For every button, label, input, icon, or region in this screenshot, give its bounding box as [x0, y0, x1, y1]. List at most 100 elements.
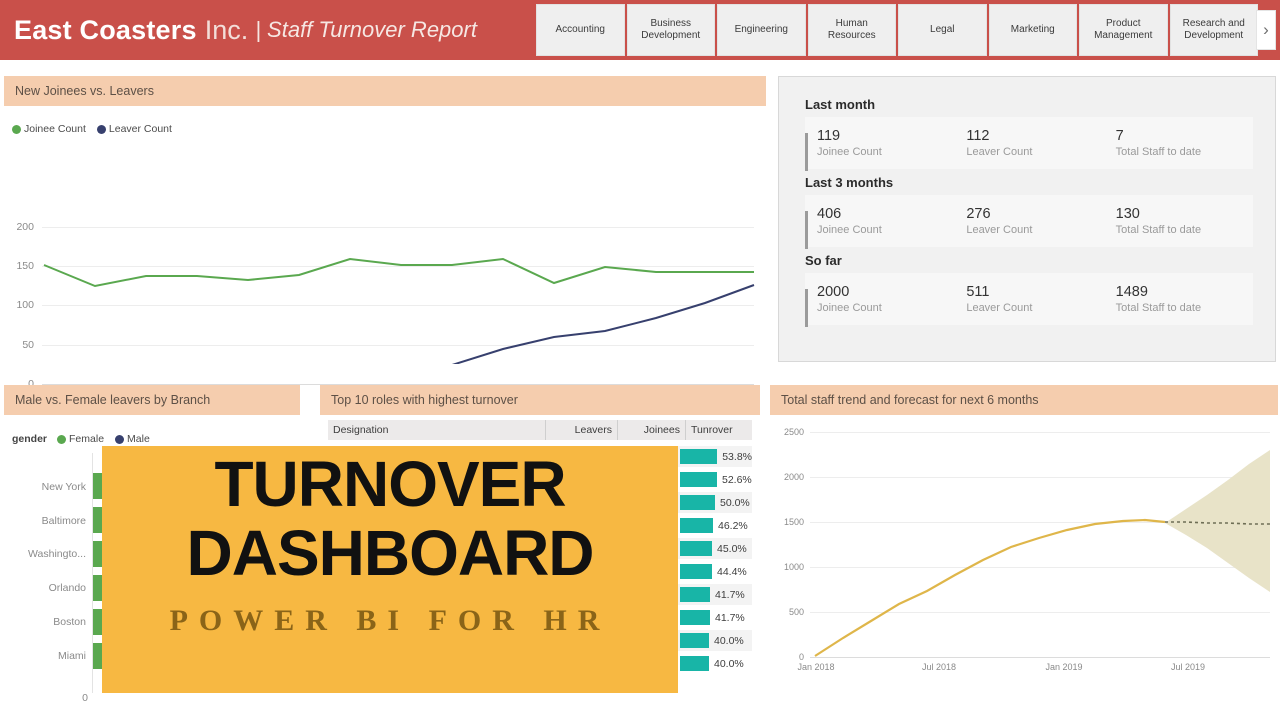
kpi-value: 2000 — [817, 283, 850, 300]
leaver-count-line — [451, 284, 755, 364]
legend-label-leaver: Leaver Count — [108, 123, 172, 135]
column-header-joinees[interactable]: Joinees — [618, 420, 686, 440]
forecast-gridline-2500 — [810, 432, 1270, 433]
turnover-bar — [680, 449, 718, 464]
turnover-cell: 40.0% — [678, 653, 752, 674]
chevron-right-icon[interactable]: › — [1256, 10, 1276, 50]
turnover-bar — [680, 564, 712, 579]
legend-item-female[interactable]: Female — [57, 433, 104, 445]
kpi-row-so-far: 2000 Joinee Count 511 Leaver Count 1489 … — [805, 273, 1253, 328]
gridline-100 — [42, 305, 754, 306]
gridline-150 — [42, 266, 754, 267]
branch-label-boston: Boston — [53, 616, 86, 628]
forecast-y-tick-1500: 1500 — [783, 517, 804, 527]
kpi-last-3-months-joinee: 406 Joinee Count — [805, 205, 954, 250]
forecast-gridline-2000 — [810, 477, 1270, 478]
legend-item-joinee[interactable]: Joinee Count — [12, 123, 86, 135]
branch-axis-zero: 0 — [82, 692, 88, 704]
kpi-last-month-leaver: 112 Leaver Count — [954, 127, 1103, 159]
forecast-gridline-0 — [810, 657, 1270, 658]
confidence-band — [1165, 450, 1270, 592]
turnover-value: 45.0% — [717, 542, 747, 555]
leaver-color-swatch-icon — [96, 124, 106, 134]
kpi-value: 119 — [817, 127, 841, 144]
column-header-leavers[interactable]: Leavers — [546, 420, 618, 440]
kpi-value: 1489 — [1115, 283, 1148, 300]
legend-item-leaver[interactable]: Leaver Count — [96, 123, 172, 135]
kpi-label: Joinee Count — [817, 145, 882, 158]
branch-chart-title: Male vs. Female leavers by Branch — [4, 385, 300, 415]
tab-legal[interactable]: Legal — [898, 4, 987, 56]
turnover-cell: 41.7% — [678, 607, 752, 628]
overlay-subtitle: POWER BI FOR HR — [169, 604, 611, 638]
kpi-last-3-months-leaver: 276 Leaver Count — [954, 205, 1103, 237]
column-header-tunrover[interactable]: Tunrover — [686, 420, 752, 440]
turnover-value: 44.4% — [717, 565, 747, 578]
app-header: East Coasters Inc. | Staff Turnover Repo… — [0, 0, 1280, 60]
kpi-value: 130 — [1115, 205, 1140, 222]
kpi-value: 511 — [966, 283, 990, 300]
tab-marketing[interactable]: Marketing — [988, 4, 1077, 56]
legend-label-male: Male — [127, 433, 150, 445]
tab-research-and-development[interactable]: Research and Development — [1169, 4, 1258, 56]
staff-forecast-chart: Total staff trend and forecast for next … — [770, 385, 1278, 720]
turnover-value: 41.7% — [715, 588, 745, 601]
kpi-label: Total Staff to date — [1115, 223, 1202, 236]
brand-name-light: Inc. — [204, 14, 249, 45]
joinees-leavers-chart: New Joinees vs. Leavers Joinee Count Lea… — [4, 76, 766, 424]
kpi-label: Joinee Count — [817, 223, 882, 236]
kpi-group-label-last-3-months: Last 3 months — [805, 175, 894, 190]
male-color-swatch-icon — [115, 434, 125, 444]
forecast-y-tick-2000: 2000 — [783, 472, 804, 482]
turnover-dashboard-overlay: TURNOVER DASHBOARD POWER BI FOR HR — [102, 446, 678, 693]
forecast-x-tick-jan-2018: Jan 2018 — [797, 662, 835, 672]
kpi-last-3-months-total: 130 Total Staff to date — [1104, 205, 1253, 237]
kpi-last-month-total: 7 Total Staff to date — [1104, 127, 1253, 159]
turnover-cell: 46.2% — [678, 515, 752, 536]
turnover-value: 40.0% — [714, 634, 744, 647]
turnover-cell: 45.0% — [678, 538, 752, 559]
joinees-leavers-legend: Joinee Count Leaver Count — [12, 123, 179, 135]
kpi-so-far-leaver: 511 Leaver Count — [954, 283, 1103, 315]
turnover-value: 53.8% — [722, 450, 752, 463]
tab-accounting[interactable]: Accounting — [536, 4, 625, 56]
forecast-gridline-500 — [810, 612, 1270, 613]
kpi-value: 112 — [966, 127, 990, 144]
legend-label-joinee: Joinee Count — [24, 123, 86, 135]
total-staff-line — [814, 518, 1166, 657]
brand-title: East Coasters Inc. | Staff Turnover Repo… — [14, 10, 477, 50]
kpi-group-label-so-far: So far — [805, 253, 842, 268]
forecast-gridline-1500 — [810, 522, 1270, 523]
turnover-cell: 40.0% — [678, 630, 752, 651]
overlay-line-2: DASHBOARD — [186, 517, 595, 590]
tab-product-management[interactable]: Product Management — [1079, 4, 1168, 56]
turnover-value: 52.6% — [722, 473, 752, 486]
department-tabs: Accounting Business Development Engineer… — [536, 4, 1258, 56]
female-color-swatch-icon — [57, 434, 67, 444]
tab-business-development[interactable]: Business Development — [626, 4, 715, 56]
kpi-label: Leaver Count — [966, 145, 1033, 158]
kpi-label: Total Staff to date — [1115, 301, 1202, 314]
joinee-color-swatch-icon — [12, 124, 21, 134]
table-header-row: Designation Leavers Joinees Tunrover — [328, 420, 752, 440]
forecast-x-tick-jan-2019: Jan 2019 — [1045, 662, 1083, 672]
joinees-leavers-plot — [43, 257, 755, 364]
forecast-gridline-1000 — [810, 567, 1270, 568]
turnover-bar — [680, 610, 710, 625]
turnover-bar — [680, 495, 715, 510]
tab-human-resources[interactable]: Human Resources — [807, 4, 896, 56]
kpi-summary-panel: Last month 119 Joinee Count 112 Leaver C… — [778, 76, 1276, 362]
kpi-label: Joinee Count — [817, 301, 882, 314]
brand-subtitle: | Staff Turnover Report — [255, 17, 477, 42]
dashboard-root: East Coasters Inc. | Staff Turnover Repo… — [0, 0, 1280, 720]
kpi-value: 7 — [1115, 127, 1124, 144]
kpi-value: 276 — [966, 205, 991, 222]
y-tick-200: 200 — [16, 221, 34, 233]
forecast-y-tick-500: 500 — [788, 607, 804, 617]
legend-item-male[interactable]: Male — [115, 433, 150, 445]
turnover-bar — [680, 633, 709, 648]
tab-engineering[interactable]: Engineering — [717, 4, 806, 56]
kpi-row-last-month: 119 Joinee Count 112 Leaver Count 7 Tota… — [805, 117, 1253, 172]
kpi-so-far-total: 1489 Total Staff to date — [1104, 283, 1253, 315]
column-header-designation[interactable]: Designation — [328, 420, 546, 440]
